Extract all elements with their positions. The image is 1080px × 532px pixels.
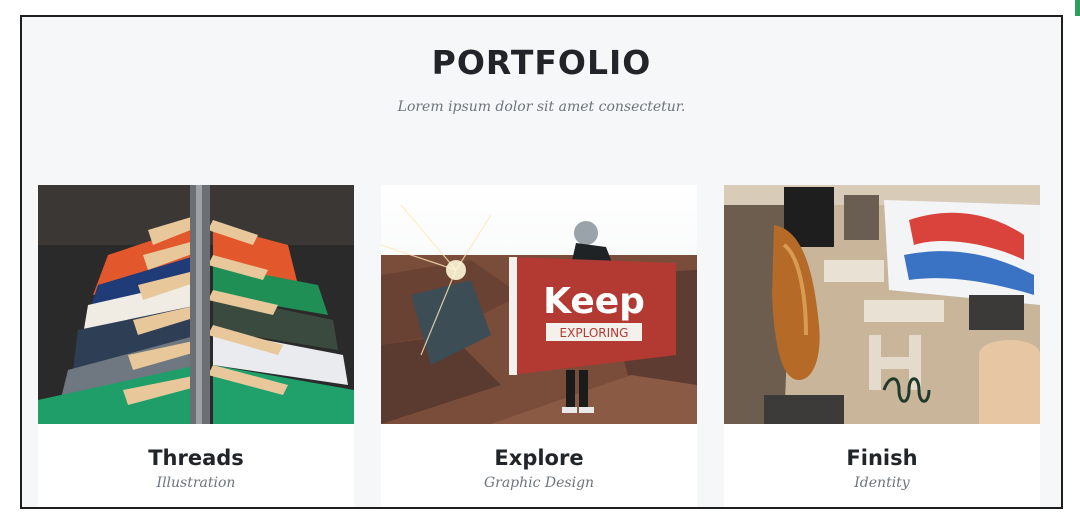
corner-mark: [1075, 0, 1080, 16]
workshop-letters-image: [724, 185, 1040, 424]
portfolio-title: Threads: [148, 446, 244, 470]
section-subheading: Lorem ipsum dolor sit amet consectetur.: [397, 99, 686, 115]
flag-keep-text: Keep: [543, 281, 645, 322]
flag-exploring-text: EXPLORING: [560, 326, 629, 340]
portfolio-title: Finish: [846, 446, 918, 470]
portfolio-image-finish[interactable]: [724, 185, 1040, 424]
portfolio-section: PORTFOLIO Lorem ipsum dolor sit amet con…: [20, 15, 1063, 509]
portfolio-category: Identity: [854, 475, 910, 491]
portfolio-image-explore[interactable]: Keep EXPLORING: [381, 185, 697, 424]
portfolio-image-threads[interactable]: [38, 185, 354, 424]
portfolio-title: Explore: [494, 446, 584, 470]
section-heading: PORTFOLIO: [431, 43, 652, 82]
portfolio-category: Graphic Design: [483, 475, 595, 491]
portfolio-item-finish[interactable]: Finish Identity: [724, 185, 1040, 507]
clothes-on-hangers-image: [38, 185, 354, 424]
portfolio-item-explore[interactable]: Keep EXPLORING Explore Graphic Design: [381, 185, 697, 507]
portfolio-category: Illustration: [156, 475, 236, 491]
portfolio-item-threads[interactable]: Threads Illustration: [38, 185, 354, 507]
keep-exploring-flag-image: Keep EXPLORING: [381, 185, 697, 424]
